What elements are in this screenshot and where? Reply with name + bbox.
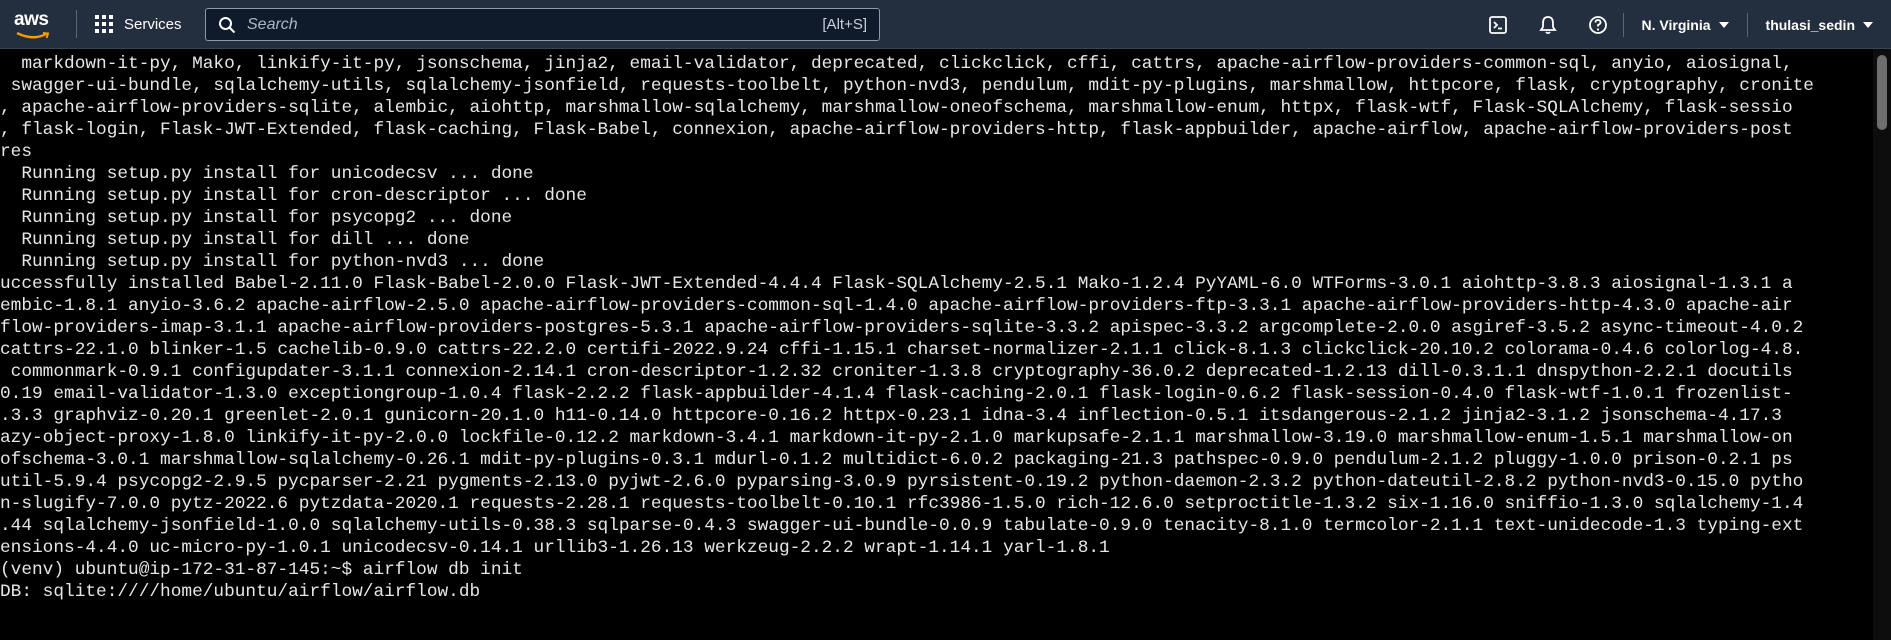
terminal-line: swagger-ui-bundle, sqlalchemy-utils, sql… [0, 76, 1814, 96]
services-menu-button[interactable]: Services [89, 6, 188, 42]
terminal-line: uccessfully installed Babel-2.11.0 Flask… [0, 274, 1793, 294]
terminal-line: n-slugify-7.0.0 pytz-2022.6 pytzdata-202… [0, 494, 1804, 514]
terminal-scrollbar[interactable] [1873, 49, 1891, 640]
terminal-line: , apache-airflow-providers-sqlite, alemb… [0, 98, 1793, 118]
terminal-line: flow-providers-imap-3.1.1 apache-airflow… [0, 318, 1804, 338]
terminal-line: , flask-login, Flask-JWT-Extended, flask… [0, 120, 1793, 140]
terminal-command-line: (venv) ubuntu@ip-172-31-87-145:~$ airflo… [0, 560, 523, 580]
terminal-output[interactable]: markdown-it-py, Mako, linkify-it-py, jso… [0, 49, 1891, 640]
help-button[interactable] [1580, 7, 1616, 43]
terminal-line: Running setup.py install for python-nvd3… [0, 252, 545, 272]
terminal-line: .3.3 graphviz-0.20.1 greenlet-2.0.1 guni… [0, 406, 1782, 426]
terminal-line: util-5.9.4 psycopg2-2.9.5 pycparser-2.21… [0, 472, 1804, 492]
terminal-line: .44 sqlalchemy-jsonfield-1.0.0 sqlalchem… [0, 516, 1804, 536]
caret-down-icon [1863, 21, 1873, 28]
search-shortcut-hint: [Alt+S] [822, 16, 867, 33]
caret-down-icon [1718, 21, 1729, 28]
terminal-line: commonmark-0.9.1 configupdater-3.1.1 con… [0, 362, 1793, 382]
terminal-line: cattrs-22.1.0 blinker-1.5 cachelib-0.9.0… [0, 340, 1804, 360]
terminal-line: ensions-4.4.0 uc-micro-py-1.0.1 unicodec… [0, 538, 1110, 558]
terminal-line: res [0, 142, 33, 162]
terminal-line: Running setup.py install for cron-descri… [0, 186, 587, 206]
search-input[interactable] [245, 14, 823, 35]
bell-icon [1538, 15, 1557, 34]
terminal-line: Running setup.py install for unicodecsv … [0, 164, 534, 184]
services-label: Services [124, 15, 182, 33]
aws-top-nav: aws Services [Alt+S] [0, 0, 1891, 49]
cloudshell-icon [1488, 15, 1507, 34]
search-icon [219, 16, 236, 33]
aws-logo[interactable]: aws [10, 0, 66, 49]
terminal-line: markdown-it-py, Mako, linkify-it-py, jso… [0, 54, 1804, 74]
terminal-line: 0.19 email-validator-1.3.0 exceptiongrou… [0, 384, 1793, 404]
region-selector[interactable]: N. Virginia [1624, 7, 1747, 43]
divider [76, 10, 77, 38]
nav-right-group: N. Virginia thulasi_sedin [1473, 0, 1891, 49]
help-icon [1588, 15, 1607, 34]
terminal-line: Running setup.py install for dill ... do… [0, 230, 470, 250]
region-label: N. Virginia [1641, 16, 1711, 33]
account-username: thulasi_sedin [1765, 16, 1855, 33]
cloudshell-button[interactable] [1480, 7, 1516, 43]
terminal-line: embic-1.8.1 anyio-3.6.2 apache-airflow-2… [0, 296, 1793, 316]
search-bar[interactable]: [Alt+S] [205, 8, 880, 41]
terminal-line: azy-object-proxy-1.8.0 linkify-it-py-2.0… [0, 428, 1793, 448]
terminal-line: ofschema-3.0.1 marshmallow-sqlalchemy-0.… [0, 450, 1793, 470]
aws-smile-icon [16, 31, 50, 38]
terminal-line: Running setup.py install for psycopg2 ..… [0, 208, 513, 228]
aws-logo-text: aws [14, 8, 49, 30]
grid-icon [95, 15, 113, 33]
terminal-line: DB: sqlite:////home/ubuntu/airflow/airfl… [0, 582, 481, 602]
scrollbar-thumb[interactable] [1877, 55, 1887, 130]
notifications-button[interactable] [1530, 7, 1566, 43]
account-menu[interactable]: thulasi_sedin [1748, 7, 1891, 43]
